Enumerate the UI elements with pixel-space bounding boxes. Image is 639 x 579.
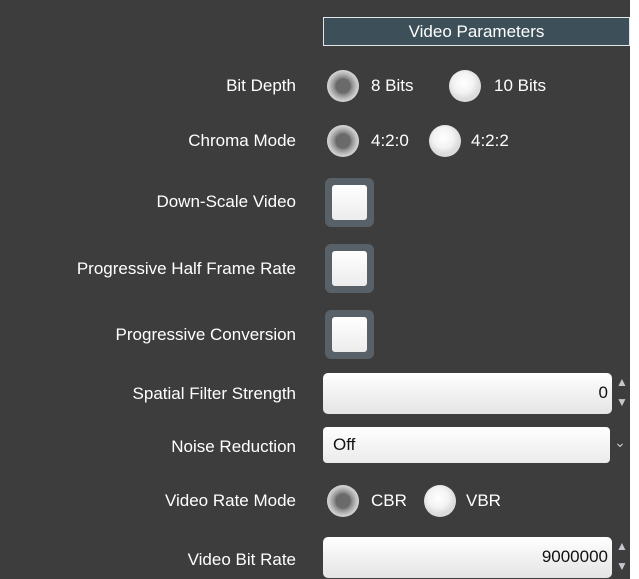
bit-depth-8-radio[interactable] [327,70,359,102]
spin-down-icon[interactable]: ▼ [613,557,631,577]
video-rate-mode-label: Video Rate Mode [164,491,296,510]
video-bit-rate-spinner[interactable]: ▲ ▼ [613,537,631,578]
bit-depth-8-label[interactable]: 8 Bits [371,76,414,96]
spin-down-icon[interactable]: ▼ [613,393,631,413]
spatial-filter-strength-value: 0 [598,383,608,402]
bit-depth-10-label[interactable]: 10 Bits [494,76,546,96]
chroma-420-radio[interactable] [327,125,359,157]
progressive-half-frame-rate-label: Progressive Half Frame Rate [76,259,296,278]
spin-up-icon[interactable]: ▲ [613,373,631,393]
chroma-420-label[interactable]: 4:2:0 [371,131,409,151]
rate-mode-vbr-label[interactable]: VBR [466,491,501,511]
chroma-422-radio[interactable] [429,125,461,157]
chevron-down-icon[interactable]: ⌄ [610,427,630,463]
progressive-conversion-checkbox[interactable] [325,310,374,359]
video-parameters-panel: Video Parameters Bit Depth 8 Bits 10 Bit… [0,0,630,579]
bit-depth-10-radio[interactable] [449,70,481,102]
down-scale-video-label: Down-Scale Video [156,192,296,211]
chroma-422-label[interactable]: 4:2:2 [471,131,509,151]
spatial-filter-strength-spinner[interactable]: ▲ ▼ [613,373,631,414]
noise-reduction-value: Off [333,435,356,454]
rate-mode-vbr-radio[interactable] [424,485,456,517]
spatial-filter-strength-input[interactable]: 0 [323,373,612,414]
noise-reduction-label: Noise Reduction [171,437,296,456]
video-bit-rate-label: Video Bit Rate [187,550,296,569]
rate-mode-cbr-radio[interactable] [327,485,359,517]
bit-depth-label: Bit Depth [226,76,296,95]
video-bit-rate-value: 9000000 [541,547,608,566]
down-scale-video-checkbox[interactable] [325,178,374,227]
progressive-conversion-label: Progressive Conversion [115,325,296,344]
progressive-half-frame-rate-checkbox[interactable] [325,244,374,293]
section-header: Video Parameters [323,17,630,46]
video-bit-rate-input[interactable]: 9000000 [323,537,612,578]
rate-mode-cbr-label[interactable]: CBR [371,491,407,511]
noise-reduction-select[interactable]: Off [323,427,610,463]
spin-up-icon[interactable]: ▲ [613,537,631,557]
spatial-filter-strength-label: Spatial Filter Strength [132,384,296,403]
chroma-mode-label: Chroma Mode [188,131,296,150]
